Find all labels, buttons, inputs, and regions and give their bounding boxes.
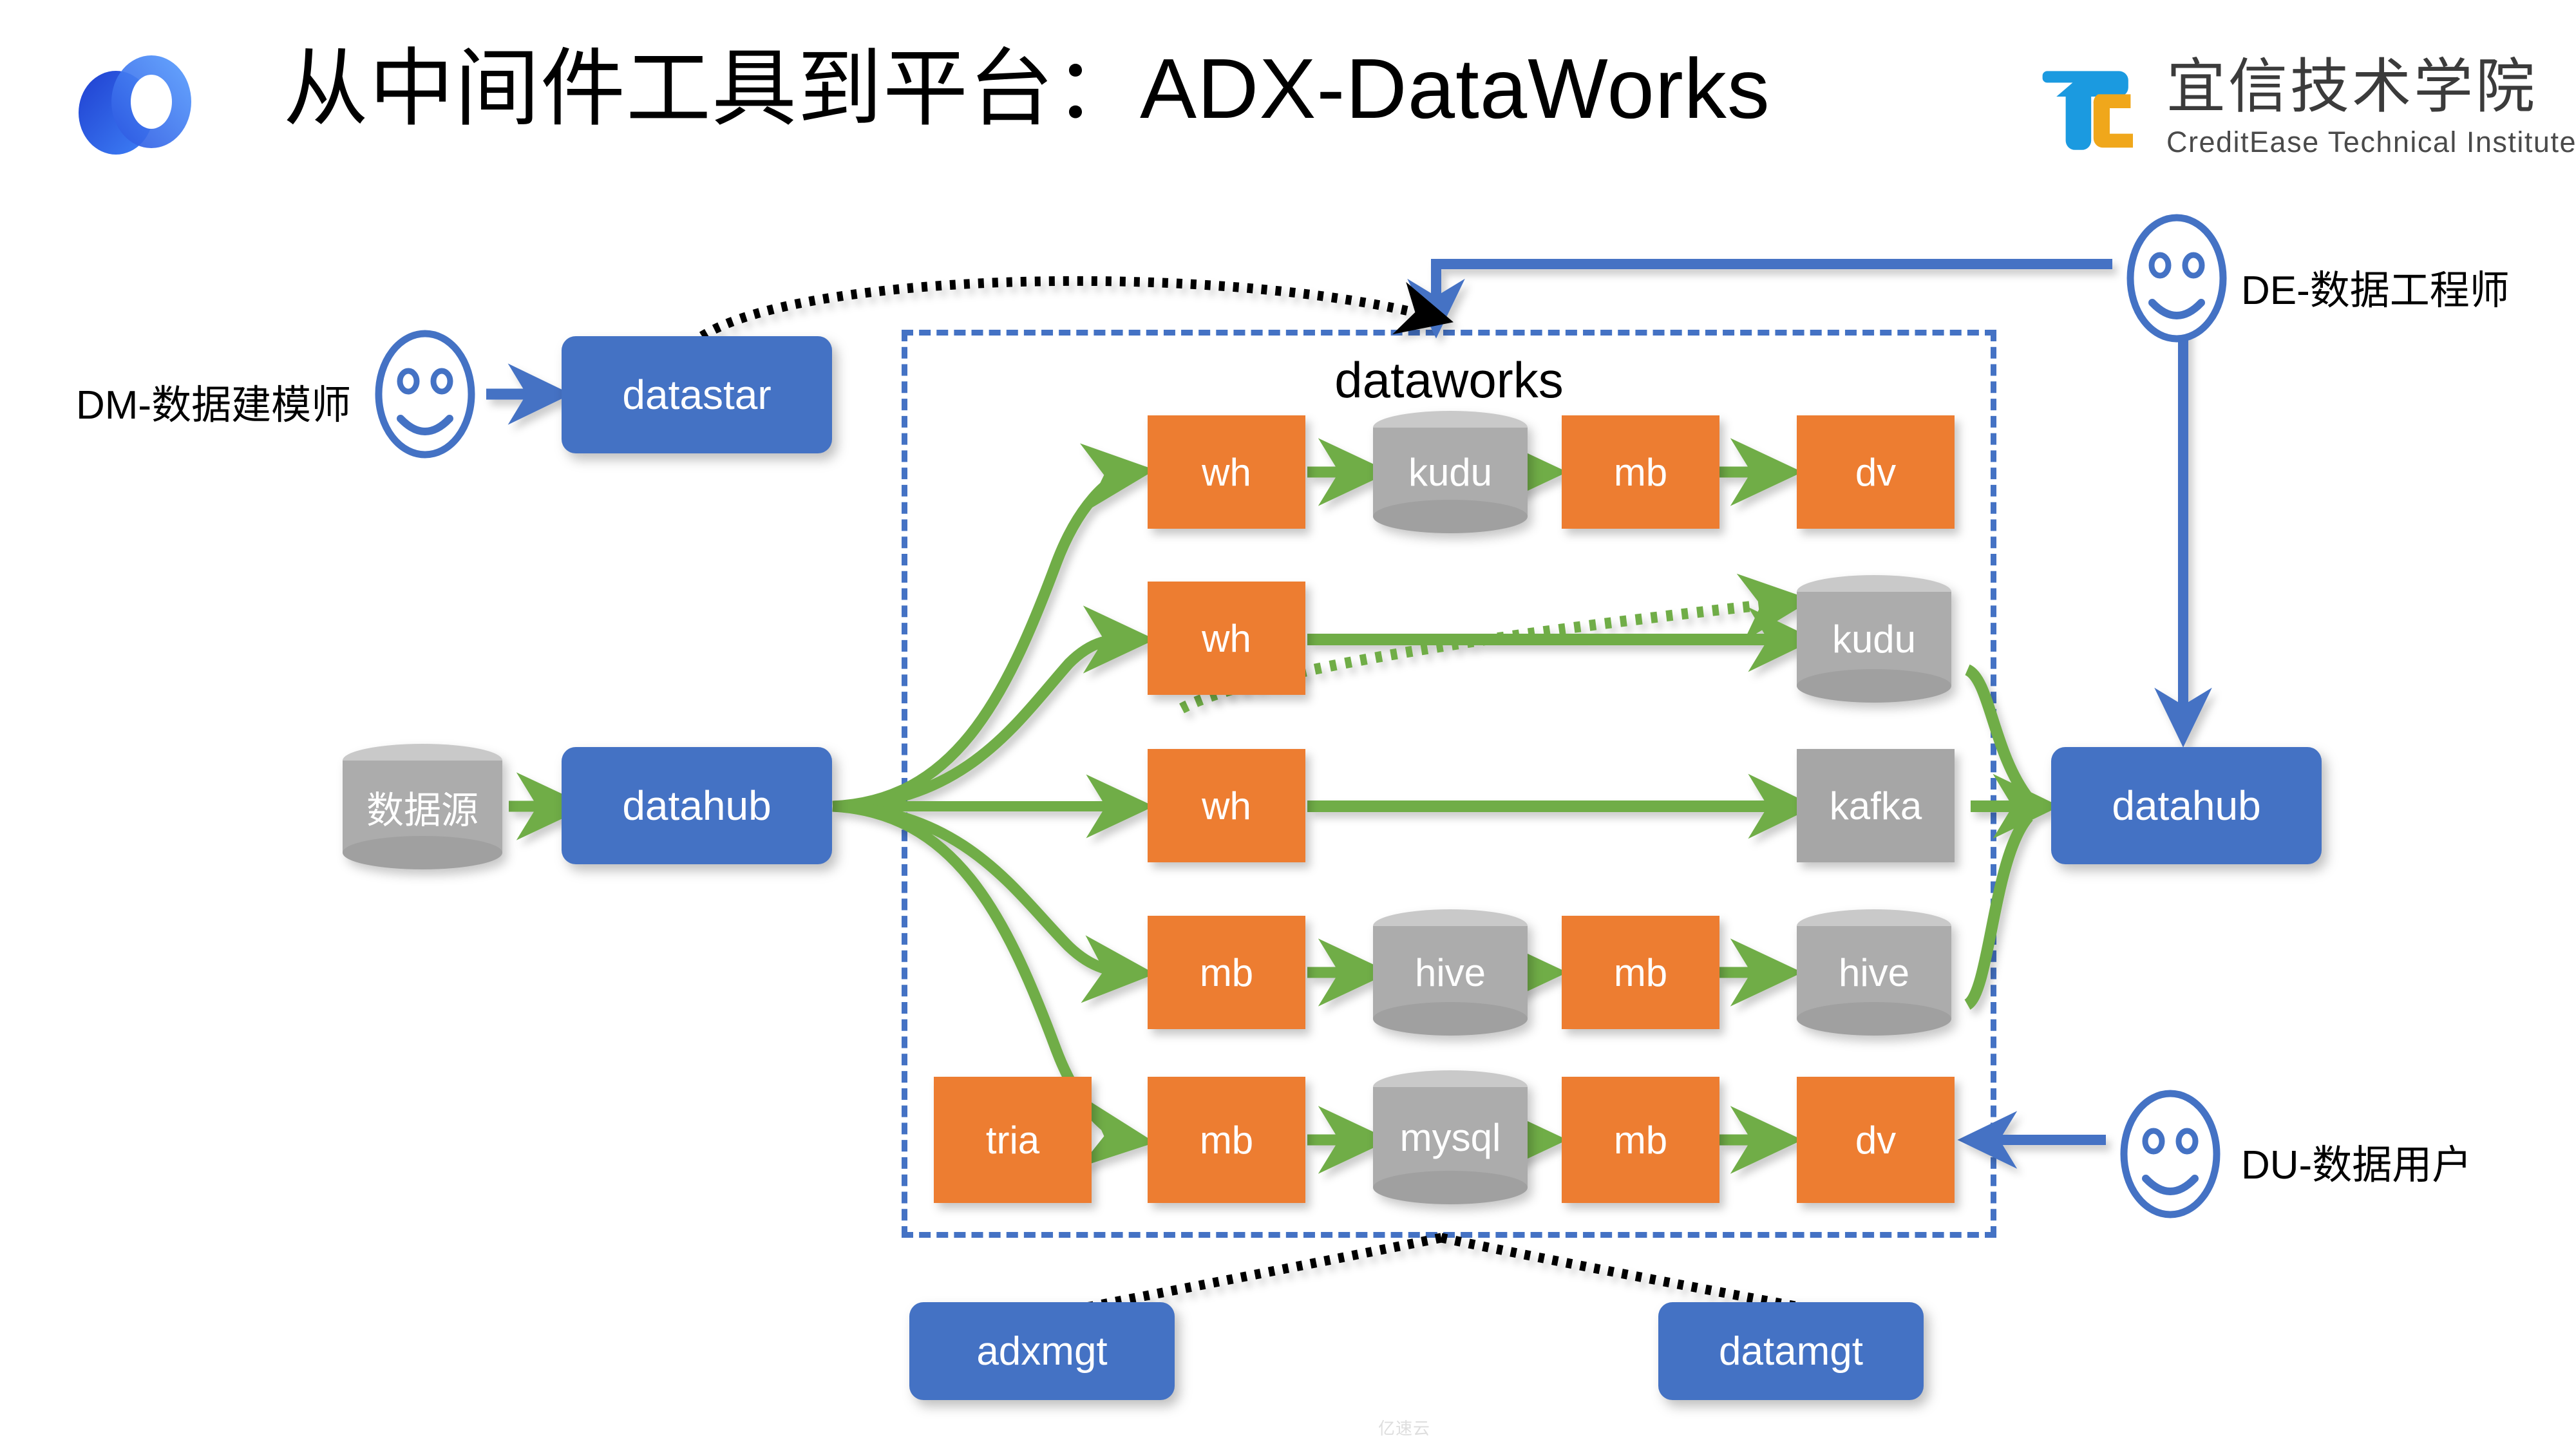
node-label: kudu <box>1832 617 1917 661</box>
node-datahub-in[interactable]: datahub <box>562 747 832 864</box>
node-label: mb <box>1199 951 1254 994</box>
node-label: wh <box>1202 784 1251 828</box>
smiley-face-icon <box>2126 214 2227 343</box>
pipeline-1-step-4[interactable]: dv <box>1797 415 1955 529</box>
node-label: dv <box>1855 450 1897 494</box>
node-label: kudu <box>1408 450 1493 494</box>
node-label: dv <box>1855 1118 1897 1162</box>
node-datastar-label: datastar <box>622 372 772 418</box>
node-datahub-in-label: datahub <box>622 782 772 829</box>
pipeline-1-step-1[interactable]: wh <box>1148 415 1305 529</box>
logo-cn-name: 宜信技术学院 <box>2166 53 2538 120</box>
pipeline-1-step-2[interactable]: kudu <box>1373 411 1528 533</box>
pipeline-5-step-1[interactable]: tria <box>934 1077 1092 1203</box>
actor-label-du: DU-数据用户 <box>2241 1143 2472 1188</box>
pipeline-2-step-1[interactable]: wh <box>1148 582 1305 695</box>
pipeline-5-step-4[interactable]: mb <box>1562 1077 1719 1203</box>
tc-monogram-icon <box>2042 70 2133 150</box>
pipeline-3-step-1[interactable]: wh <box>1148 749 1305 862</box>
node-datastar[interactable]: datastar <box>562 336 832 453</box>
logo-en-name: CreditEase Technical Institute <box>2166 125 2576 158</box>
watermark: 亿速云 <box>1378 1419 1431 1438</box>
pipeline-5-step-2[interactable]: mb <box>1148 1077 1305 1203</box>
node-label: hive <box>1838 951 1910 994</box>
node-data-source-label: 数据源 <box>366 789 478 831</box>
smiley-face-icon <box>375 330 475 459</box>
node-label: mysql <box>1399 1115 1501 1159</box>
node-label: wh <box>1202 616 1251 660</box>
pipeline-1-step-3[interactable]: mb <box>1562 415 1719 529</box>
node-label: tria <box>985 1118 1040 1162</box>
actor-label-de: DE-数据工程师 <box>2241 269 2510 313</box>
node-datamgt[interactable]: datamgt <box>1658 1302 1924 1400</box>
node-label: mb <box>1613 1118 1668 1162</box>
pipeline-4-step-4[interactable]: hive <box>1797 909 1951 1036</box>
node-label: mb <box>1613 450 1668 494</box>
actor-label-dm: DM-数据建模师 <box>76 383 352 428</box>
node-datahub-out[interactable]: datahub <box>2051 747 2322 864</box>
pipeline-4-step-3[interactable]: mb <box>1562 916 1719 1029</box>
slide-canvas: 从中间件工具到平台：ADX-DataWorks 宜信技术学院 CreditEas… <box>0 0 2576 1449</box>
node-label: mb <box>1613 951 1668 994</box>
dataworks-title: dataworks <box>1334 352 1564 408</box>
pipeline-4-step-1[interactable]: mb <box>1148 916 1305 1029</box>
node-label: wh <box>1202 450 1251 494</box>
node-data-source[interactable]: 数据源 <box>343 744 502 869</box>
pipeline-5-step-3[interactable]: mysql <box>1373 1070 1528 1204</box>
smiley-face-icon <box>2120 1090 2221 1218</box>
pipeline-3-step-2[interactable]: kafka <box>1797 749 1955 862</box>
node-datamgt-label: datamgt <box>1718 1329 1864 1374</box>
node-adxmgt[interactable]: adxmgt <box>909 1302 1175 1400</box>
node-label: mb <box>1199 1118 1254 1162</box>
creditease-logo: 宜信技术学院 CreditEase Technical Institute <box>2029 48 2576 167</box>
page-title: 从中间件工具到平台：ADX-DataWorks <box>283 41 1770 136</box>
node-datahub-out-label: datahub <box>2112 782 2261 829</box>
two-overlapping-rings-logo-icon <box>79 55 191 155</box>
pipeline-2-step-2[interactable]: kudu <box>1797 575 1951 703</box>
node-label: hive <box>1414 951 1486 994</box>
node-label: kafka <box>1829 784 1922 828</box>
node-adxmgt-label: adxmgt <box>976 1329 1108 1374</box>
pipeline-5-step-5[interactable]: dv <box>1797 1077 1955 1203</box>
pipeline-4-step-2[interactable]: hive <box>1373 909 1528 1036</box>
